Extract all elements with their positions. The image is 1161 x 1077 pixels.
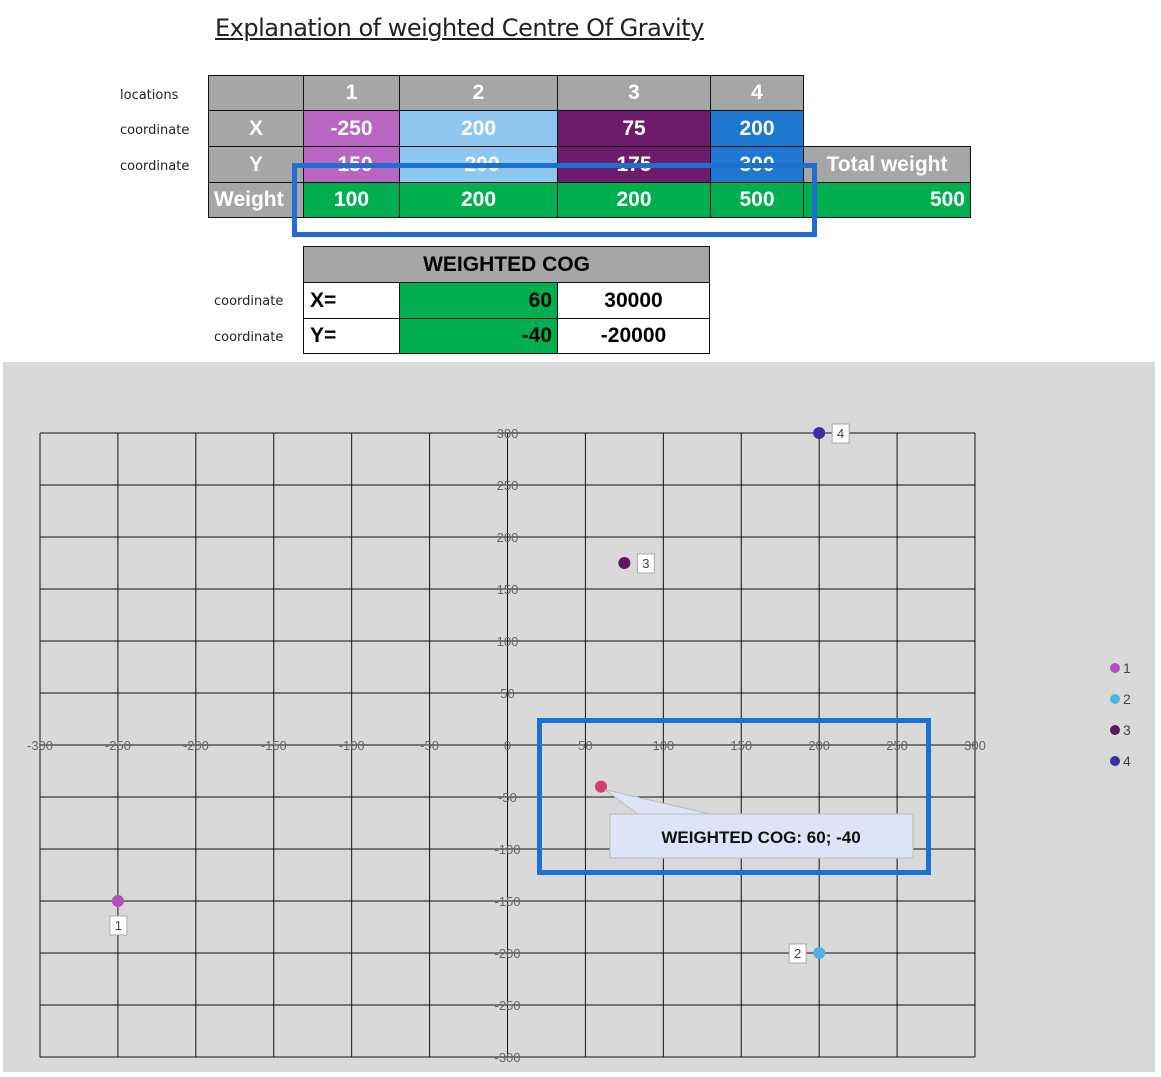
y-tick-label: 200 bbox=[497, 530, 519, 545]
data-label: 3 bbox=[642, 556, 649, 571]
location-header[interactable]: 3 bbox=[557, 75, 711, 111]
data-label: 4 bbox=[837, 426, 844, 441]
x-tick-label: 300 bbox=[964, 738, 986, 753]
x-tick-label: -50 bbox=[420, 738, 439, 753]
y-tick-label: 50 bbox=[500, 686, 514, 701]
location-header[interactable]: 1 bbox=[303, 75, 400, 111]
row-label: coordinate bbox=[214, 294, 284, 309]
x-tick-label: -250 bbox=[105, 738, 131, 753]
x-cell[interactable]: 200 bbox=[710, 110, 804, 147]
row-label: coordinate bbox=[120, 123, 190, 138]
x-tick-label: 0 bbox=[504, 738, 511, 753]
y-tick-label: 250 bbox=[497, 478, 519, 493]
page-title: Explanation of weighted Centre Of Gravit… bbox=[215, 14, 704, 42]
row-label: locations bbox=[120, 88, 179, 103]
y-tick-label: -300 bbox=[494, 1050, 520, 1065]
total-weight-label[interactable]: Total weight bbox=[803, 146, 971, 183]
x-cell[interactable]: -250 bbox=[303, 110, 400, 147]
legend-label: 2 bbox=[1123, 691, 1131, 707]
cog-header: WEIGHTED COG bbox=[303, 246, 710, 283]
x-cell[interactable]: 200 bbox=[399, 110, 558, 147]
legend-marker bbox=[1110, 756, 1120, 766]
x-label-cell[interactable]: X bbox=[208, 110, 304, 147]
y-tick-label: -200 bbox=[494, 946, 520, 961]
location-header[interactable]: 4 bbox=[710, 75, 804, 111]
scatter-chart: -300 -300 -250 -250 -200 -200 -150 -150 -100 -100… bbox=[3, 362, 1155, 1072]
x-cell[interactable]: 75 bbox=[557, 110, 711, 147]
data-label: 1 bbox=[115, 918, 122, 933]
x-tick-label: -300 bbox=[27, 738, 53, 753]
y-tick-label: -150 bbox=[494, 894, 520, 909]
data-point bbox=[618, 557, 631, 569]
row-label: coordinate bbox=[120, 159, 190, 174]
x-tick-label: -150 bbox=[261, 738, 287, 753]
cog-y-cell[interactable]: -40 bbox=[399, 318, 558, 354]
row-label: coordinate bbox=[214, 330, 284, 345]
highlight-box-weights bbox=[292, 163, 817, 237]
y-tick-label: 150 bbox=[497, 582, 519, 597]
x-tick-label: -100 bbox=[339, 738, 365, 753]
location-header[interactable]: 2 bbox=[399, 75, 558, 111]
data-point bbox=[813, 427, 826, 439]
highlight-box-cog bbox=[537, 718, 931, 875]
data-point bbox=[111, 895, 124, 907]
cog-x-label: X= bbox=[303, 282, 400, 319]
legend-label: 4 bbox=[1123, 753, 1131, 769]
cog-y-sum[interactable]: -20000 bbox=[557, 318, 710, 354]
x-tick-label: -200 bbox=[183, 738, 209, 753]
y-tick-label: -100 bbox=[494, 842, 520, 857]
legend-label: 3 bbox=[1123, 722, 1131, 738]
data-label: 2 bbox=[794, 946, 801, 961]
y-label-cell[interactable]: Y bbox=[208, 146, 304, 183]
cog-x-sum[interactable]: 30000 bbox=[557, 282, 710, 319]
corner-cell[interactable] bbox=[208, 75, 304, 111]
legend-marker bbox=[1110, 694, 1120, 704]
y-tick-label: -250 bbox=[494, 998, 520, 1013]
y-tick-label: 300 bbox=[497, 426, 519, 441]
legend-marker bbox=[1110, 663, 1120, 673]
data-point bbox=[813, 947, 826, 959]
weight-label-cell[interactable]: Weight bbox=[208, 182, 304, 218]
total-weight-cell[interactable]: 500 bbox=[803, 182, 971, 218]
cog-y-label: Y= bbox=[303, 318, 400, 354]
legend-label: 1 bbox=[1123, 660, 1131, 676]
legend-marker bbox=[1110, 725, 1120, 735]
cog-x-cell[interactable]: 60 bbox=[399, 282, 558, 319]
y-tick-label: -50 bbox=[498, 790, 517, 805]
y-tick-label: 100 bbox=[497, 634, 519, 649]
